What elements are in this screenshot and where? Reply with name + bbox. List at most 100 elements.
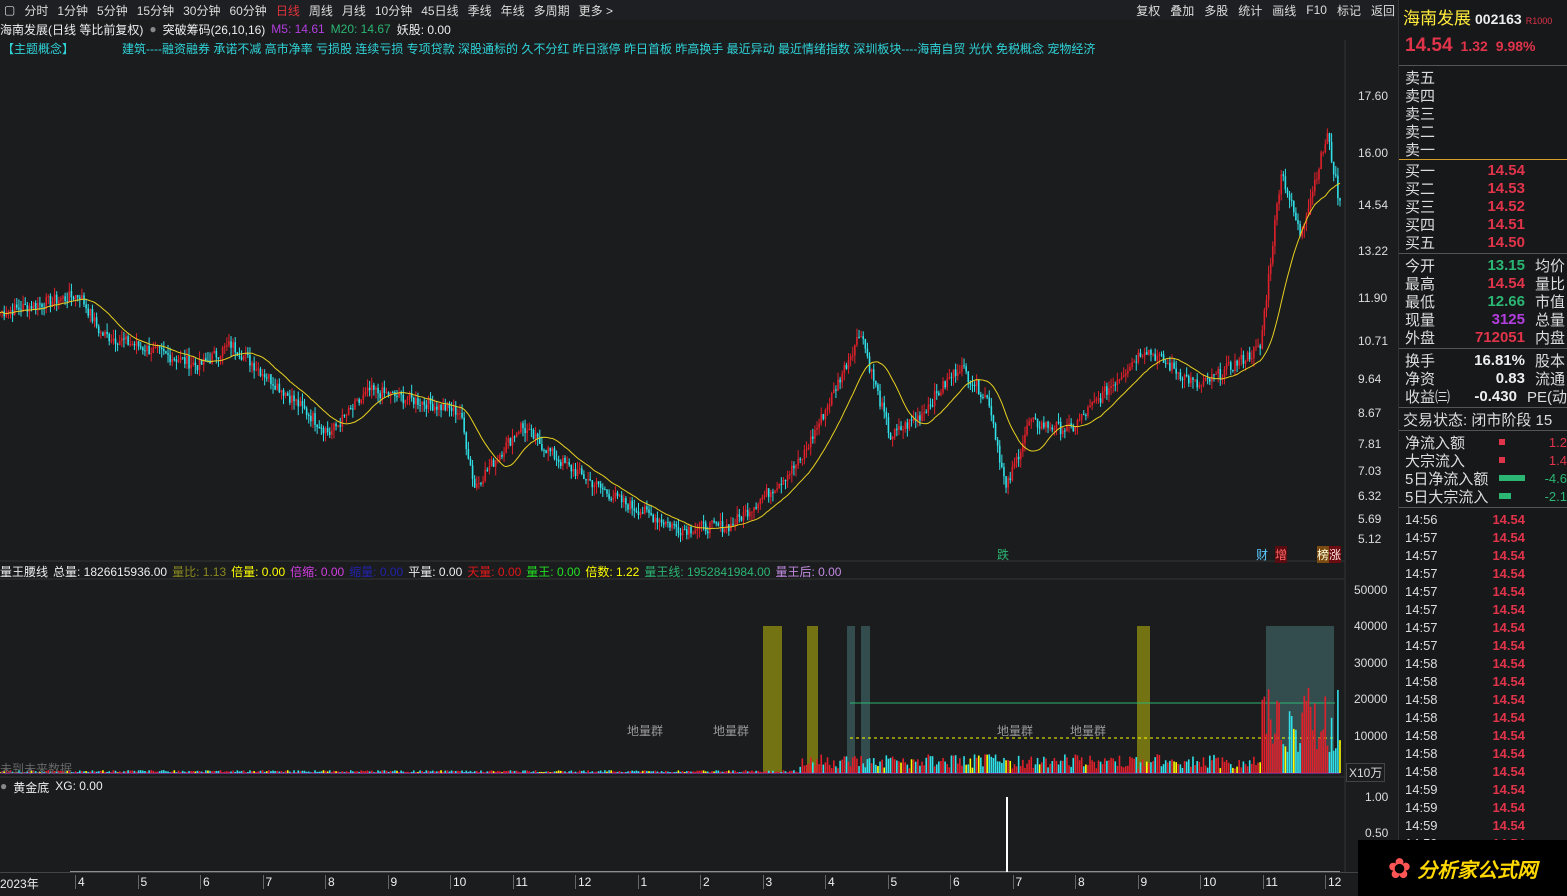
candle [110,340,113,342]
volume-bar [95,771,98,773]
dropdown-icon[interactable]: ● [0,779,7,796]
volume-bar [881,759,883,773]
tab-period[interactable]: 季线 [468,2,492,19]
toolbar-button[interactable]: 统计 [1238,2,1262,19]
volume-bar [389,770,392,773]
volume-bar [72,772,75,773]
volume-bar [1271,743,1274,773]
candle [213,350,216,354]
candle [391,391,394,393]
tab-period[interactable]: 1分钟 [57,2,88,19]
volume-bar [1043,756,1045,773]
candle [923,411,925,414]
volume-bar [1183,761,1186,773]
layout-toggle-icon[interactable]: ▢ [4,3,15,17]
volume-bar [366,770,369,773]
candle [954,369,957,377]
tab-period[interactable]: 45日线 [421,2,458,19]
toolbar-button[interactable]: 叠加 [1170,2,1194,19]
candle [1028,421,1030,426]
candle [123,338,125,340]
tick-time: 14:58 [1405,745,1438,761]
candle [436,406,438,410]
vol-name[interactable]: 量王腰线 [0,563,48,580]
volume-bar [1280,739,1282,773]
candle [801,459,804,461]
volume-bar [192,771,195,773]
tab-period[interactable]: 年线 [501,2,525,19]
vol-beishu: 倍数: 1.22 [585,565,640,579]
tick-list[interactable]: 14:56 14.54 14:57 14.54 14:57 14.54 14:57 14.54… [1399,510,1567,852]
volume-bar [261,770,264,773]
tab-period[interactable]: 更多 > [579,2,613,19]
candle [32,302,35,309]
volume-bar [1311,730,1314,773]
tab-period[interactable]: 月线 [342,2,366,19]
toolbar-button[interactable]: 多股 [1204,2,1228,19]
candle [631,500,633,509]
price-chart[interactable] [0,40,1398,872]
candle [41,303,43,308]
candle [356,399,358,401]
volume-bar [1049,763,1051,773]
candle [656,517,659,523]
candle [83,295,85,305]
tab-period[interactable]: 60分钟 [229,2,266,19]
tab-period[interactable]: 30分钟 [183,2,220,19]
candle [70,291,73,298]
candle [614,492,617,498]
volume-bar [297,770,300,773]
candle [74,295,77,300]
tab-period[interactable]: 5分钟 [97,2,128,19]
tab-period[interactable]: 分时 [24,2,48,19]
candle [654,517,657,522]
volume-bar [992,757,995,773]
volume-bar [893,759,896,773]
toolbar-button[interactable]: 复权 [1136,2,1160,19]
volume-bar [904,762,907,773]
toolbar-button[interactable]: 画线 [1272,2,1296,19]
volume-bar [652,771,654,773]
candle [1011,466,1014,481]
volume-bar [1019,766,1022,773]
tick-row: 14:57 14.54 [1399,618,1567,636]
toolbar-button[interactable]: F10 [1306,3,1327,17]
candle [1055,421,1058,430]
volume-bar [133,770,136,773]
toolbar-button[interactable]: 返回 [1371,2,1395,19]
candle [137,341,140,347]
tick-price: 14.54 [1492,637,1525,653]
xg-name[interactable]: 黄金底 [13,779,49,796]
tick-row: 14:58 14.54 [1399,690,1567,708]
tab-period[interactable]: 15分钟 [137,2,174,19]
candle [770,491,772,497]
candle [312,413,314,422]
candle [534,433,537,439]
bid-price: 14.50 [1487,233,1525,251]
tick-price: 14.54 [1492,673,1525,689]
candle [1068,423,1070,425]
tab-period[interactable]: 日线 [276,2,300,19]
tab-period[interactable]: 10分钟 [375,2,412,19]
volume-unit: X10万 [1346,763,1386,782]
volume-bar [944,761,946,773]
dropdown-icon[interactable]: ● [149,22,156,36]
volume-bar [272,770,274,773]
volume-bar [1070,766,1072,773]
tab-period[interactable]: 周线 [309,2,333,19]
flow-row: 5日净流入额 -4.6 [1399,469,1567,488]
volume-bar [826,757,829,773]
volume-bar [240,770,243,773]
volume-bar [1034,764,1037,773]
candle [352,408,354,410]
volume-bar [614,771,617,773]
tab-period[interactable]: 多周期 [534,2,570,19]
candle [774,490,776,494]
price-axis-label: 17.60 [1358,89,1389,103]
candle [148,345,150,355]
trade-status: 交易状态: 闭市阶段 15 [1403,411,1553,429]
toolbar-button[interactable]: 标记 [1337,2,1361,19]
volume-bar [480,770,482,773]
candle [1225,363,1228,370]
candle [234,342,237,353]
